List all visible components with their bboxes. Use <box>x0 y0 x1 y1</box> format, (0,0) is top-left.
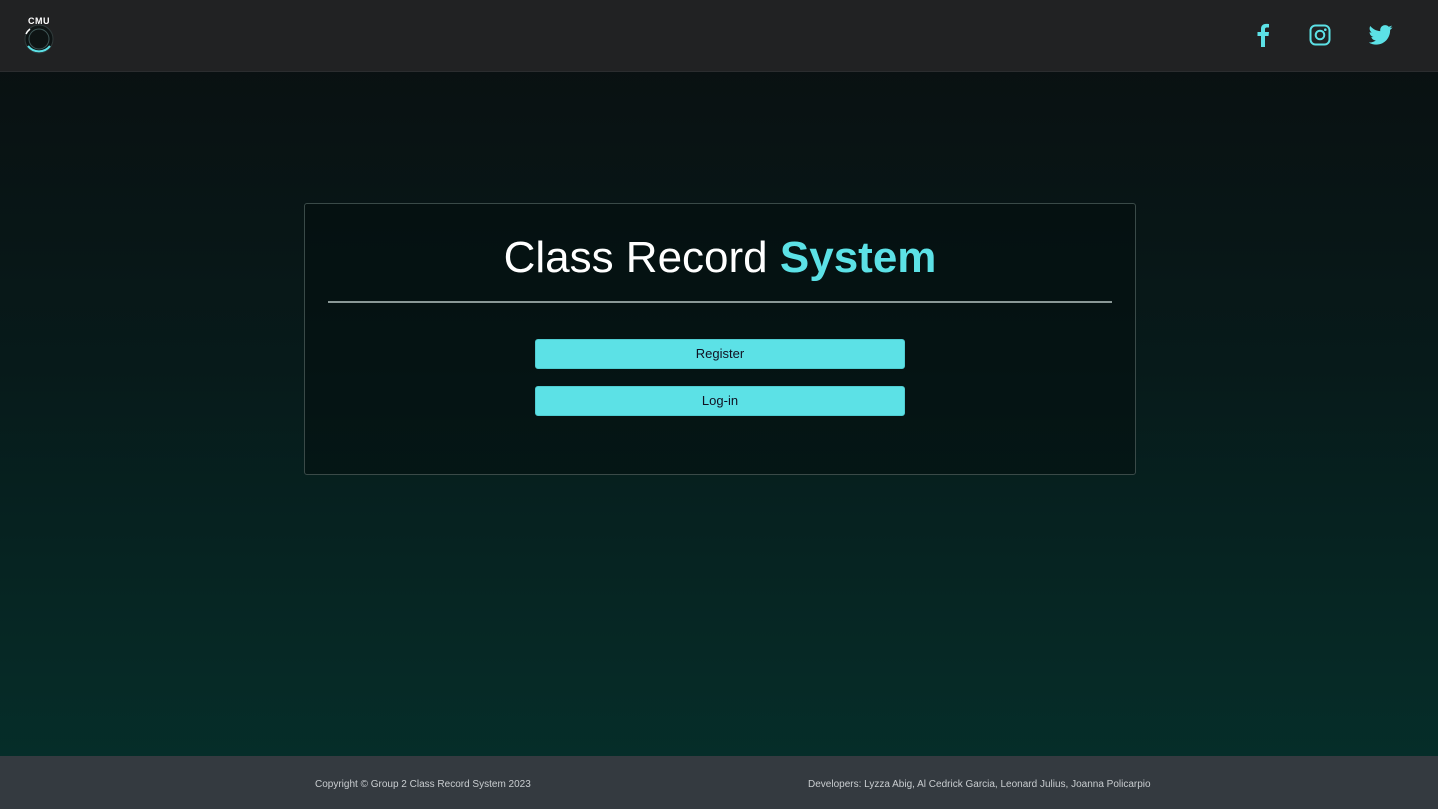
instagram-icon <box>1309 24 1331 46</box>
twitter-link[interactable] <box>1366 20 1396 50</box>
page-title: Class Record System <box>305 232 1135 284</box>
title-accent: System <box>779 233 937 282</box>
facebook-link[interactable] <box>1248 20 1278 50</box>
twitter-icon <box>1369 25 1393 45</box>
facebook-icon <box>1257 23 1269 47</box>
welcome-card: Class Record System Register Log-in <box>304 203 1136 475</box>
footer: Copyright © Group 2 Class Record System … <box>0 756 1438 809</box>
title-divider <box>328 301 1112 303</box>
register-button[interactable]: Register <box>535 339 905 369</box>
login-button[interactable]: Log-in <box>535 386 905 416</box>
top-navbar: CMU <box>0 0 1438 72</box>
logo-emblem-icon <box>24 24 54 54</box>
title-plain: Class Record <box>503 233 780 282</box>
instagram-link[interactable] <box>1305 20 1335 50</box>
developers-text: Developers: Lyzza Abig, Al Cedrick Garci… <box>808 779 1151 790</box>
cmu-logo[interactable]: CMU <box>18 16 60 58</box>
copyright-text: Copyright © Group 2 Class Record System … <box>315 779 531 790</box>
